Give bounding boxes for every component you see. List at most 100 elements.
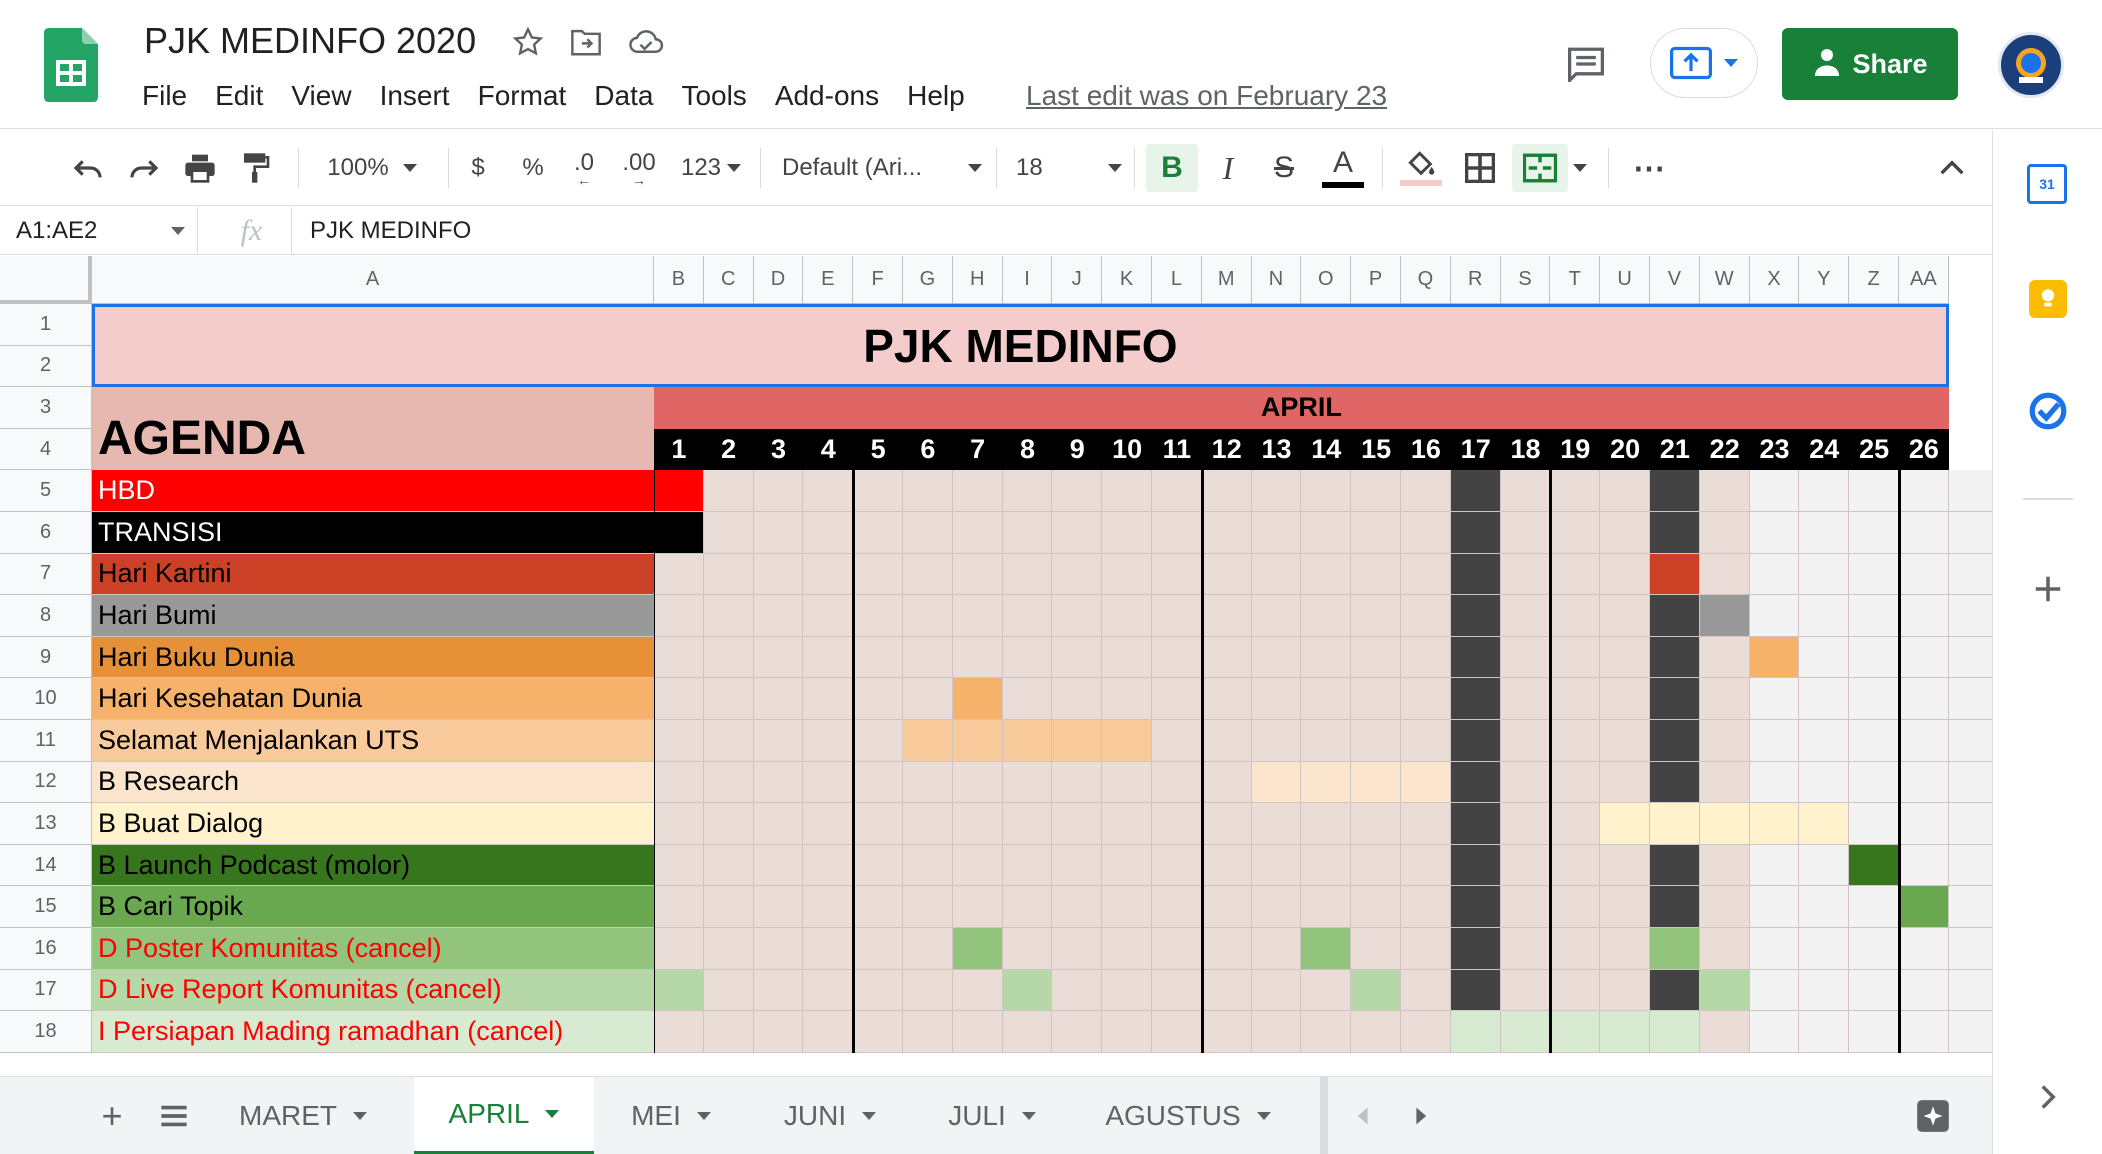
column-header-e[interactable]: E [803, 256, 854, 304]
day-number[interactable]: 22 [1700, 429, 1750, 471]
day-cell[interactable] [1351, 636, 1401, 679]
day-cell[interactable] [1002, 595, 1053, 637]
day-cell[interactable] [1600, 512, 1650, 554]
agenda-item[interactable]: Hari Kartini [92, 553, 654, 596]
day-cell[interactable] [703, 512, 754, 554]
day-cell[interactable] [1699, 1011, 1750, 1053]
select-all-corner[interactable] [0, 256, 92, 304]
day-cell[interactable] [654, 636, 704, 679]
tab-april[interactable]: APRIL [414, 1077, 594, 1154]
day-cell[interactable] [853, 1011, 903, 1053]
day-cell[interactable] [1201, 595, 1252, 637]
day-cell[interactable] [803, 636, 854, 679]
day-cell[interactable] [1450, 886, 1501, 928]
day-cell[interactable] [1351, 512, 1401, 554]
row-header-3[interactable]: 3 [0, 387, 92, 429]
day-cell[interactable] [1849, 595, 1899, 637]
cloud-status-icon[interactable] [626, 22, 666, 62]
day-cell[interactable] [1899, 761, 1949, 804]
menu-addons[interactable]: Add-ons [775, 80, 879, 112]
row-header-11[interactable]: 11 [0, 720, 92, 762]
day-cell[interactable] [1749, 844, 1800, 887]
menu-view[interactable]: View [291, 80, 351, 112]
day-number[interactable]: 23 [1750, 429, 1800, 471]
tab-maret[interactable]: MARET [218, 1077, 388, 1154]
day-cell[interactable] [952, 969, 1003, 1012]
menu-tools[interactable]: Tools [681, 80, 746, 112]
day-cell[interactable] [1500, 969, 1551, 1012]
day-cell[interactable] [1899, 678, 1949, 720]
day-number[interactable]: 18 [1501, 429, 1551, 471]
day-number[interactable]: 10 [1102, 429, 1152, 471]
day-cell[interactable] [903, 636, 953, 679]
day-cell[interactable] [1401, 1011, 1451, 1053]
day-cell[interactable] [853, 553, 903, 596]
day-number[interactable]: 16 [1401, 429, 1451, 471]
column-header-m[interactable]: M [1201, 256, 1252, 304]
row-header-1[interactable]: 1 [0, 304, 92, 346]
day-cell[interactable] [1152, 636, 1202, 679]
day-cell[interactable] [1251, 636, 1302, 679]
day-cell[interactable] [803, 1011, 854, 1053]
day-cell[interactable] [1301, 886, 1352, 928]
day-cell[interactable] [1102, 1011, 1152, 1053]
agenda-item[interactable]: B Buat Dialog [92, 803, 654, 845]
day-cell[interactable] [703, 720, 754, 762]
fill-color-button[interactable] [1396, 130, 1446, 206]
day-cell[interactable] [1450, 470, 1501, 512]
day-cell[interactable] [1152, 1011, 1202, 1053]
day-cell[interactable] [853, 844, 903, 887]
day-cell[interactable] [1699, 595, 1750, 637]
day-cell[interactable] [1500, 761, 1551, 804]
agenda-item[interactable]: B Launch Podcast (molor) [92, 844, 654, 887]
day-cell[interactable] [1500, 803, 1551, 845]
day-cell[interactable] [1351, 595, 1401, 637]
column-header-p[interactable]: P [1351, 256, 1401, 304]
day-cell[interactable] [753, 470, 804, 512]
day-cell[interactable] [1849, 678, 1899, 720]
menu-edit[interactable]: Edit [215, 80, 263, 112]
day-cell[interactable] [803, 803, 854, 845]
day-cell[interactable] [1749, 678, 1800, 720]
day-cell[interactable] [1650, 595, 1700, 637]
column-header-i[interactable]: I [1002, 256, 1053, 304]
day-cell[interactable] [1600, 844, 1650, 887]
day-cell[interactable] [1351, 969, 1401, 1012]
day-cell[interactable] [952, 470, 1003, 512]
day-cell[interactable] [1699, 636, 1750, 679]
row-header-5[interactable]: 5 [0, 470, 92, 512]
day-cell[interactable] [1849, 761, 1899, 804]
calendar-icon[interactable]: 31 [2027, 164, 2067, 204]
menu-data[interactable]: Data [594, 80, 653, 112]
day-cell[interactable] [803, 928, 854, 970]
tab-agustus[interactable]: AGUSTUS [1078, 1077, 1298, 1154]
column-header-s[interactable]: S [1500, 256, 1551, 304]
day-cell[interactable] [1749, 553, 1800, 596]
column-header-c[interactable]: C [703, 256, 754, 304]
day-cell[interactable] [1799, 720, 1850, 762]
day-cell[interactable] [1251, 803, 1302, 845]
day-cell[interactable] [1102, 886, 1152, 928]
day-cell[interactable] [703, 803, 754, 845]
day-cell[interactable] [703, 844, 754, 887]
day-cell[interactable] [1600, 886, 1650, 928]
day-cell[interactable] [1699, 928, 1750, 970]
day-cell[interactable] [1849, 720, 1899, 762]
day-cell[interactable] [1052, 553, 1103, 596]
day-cell[interactable] [803, 720, 854, 762]
day-cell[interactable] [1201, 678, 1252, 720]
day-cell[interactable] [1052, 969, 1103, 1012]
day-cell[interactable] [1948, 512, 1992, 554]
day-cell[interactable] [1600, 928, 1650, 970]
day-cell[interactable] [1450, 969, 1501, 1012]
day-cell[interactable] [753, 512, 804, 554]
day-cell[interactable] [1401, 720, 1451, 762]
day-cell[interactable] [1301, 470, 1352, 512]
day-cell[interactable] [1301, 553, 1352, 596]
share-button[interactable]: Share [1782, 28, 1958, 100]
day-cell[interactable] [903, 678, 953, 720]
day-cell[interactable] [654, 844, 704, 887]
day-cell[interactable] [1152, 969, 1202, 1012]
day-cell[interactable] [1450, 636, 1501, 679]
day-cell[interactable] [753, 844, 804, 887]
